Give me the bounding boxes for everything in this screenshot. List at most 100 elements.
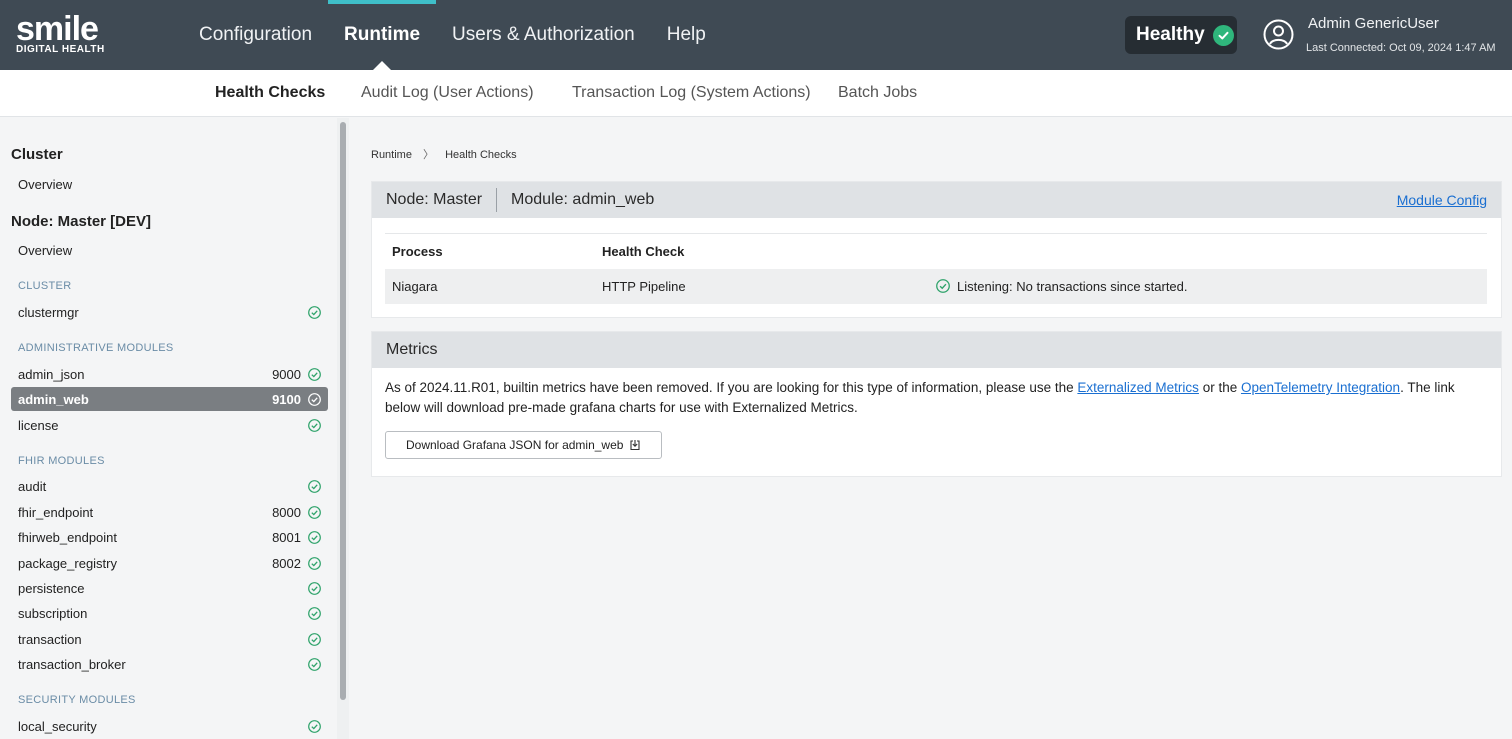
download-grafana-json-button[interactable]: Download Grafana JSON for admin_web (385, 431, 663, 459)
sidebar-item-admin-json[interactable]: admin_json 9000 (11, 362, 328, 386)
sidebar-item-transaction[interactable]: transaction (11, 627, 328, 651)
chevron-right-icon: 〉 (423, 149, 435, 161)
tab-batch-jobs[interactable]: Batch Jobs (838, 84, 917, 102)
section-fhir-modules: FHIR MODULES (18, 455, 105, 467)
breadcrumb-runtime[interactable]: Runtime (371, 149, 412, 161)
opentelemetry-integration-link[interactable]: OpenTelemetry Integration (1241, 380, 1400, 395)
module-name: admin_json (18, 366, 85, 382)
check-circle-icon (1212, 24, 1234, 46)
smile-logo[interactable]: smile DIGITAL HEALTH (16, 10, 116, 56)
module-card-header: Node: Master Module: admin_web Module Co… (372, 182, 1501, 218)
check-circle-icon (308, 719, 321, 733)
nav-users-authorization[interactable]: Users & Authorization (436, 0, 651, 70)
module-port: 9100 (272, 391, 301, 407)
check-circle-icon (308, 392, 321, 406)
section-administrative-modules: ADMINISTRATIVE MODULES (18, 342, 174, 354)
sidebar-item-local-security[interactable]: local_security (11, 714, 328, 738)
metrics-description: As of 2024.11.R01, builtin metrics have … (372, 368, 1501, 459)
check-circle-icon (308, 556, 321, 570)
main-nav: Configuration Runtime Users & Authorizat… (183, 0, 722, 70)
module-name: fhirweb_endpoint (18, 529, 118, 545)
sidebar-item-audit[interactable]: audit (11, 474, 328, 498)
sidebar-item-transaction-broker[interactable]: transaction_broker (11, 652, 328, 676)
node-label: Node: Master (386, 191, 483, 208)
module-health-card: Node: Master Module: admin_web Module Co… (371, 181, 1502, 318)
sidebar-scrollbar-thumb[interactable] (340, 122, 346, 700)
metrics-card-header: Metrics (372, 332, 1501, 368)
module-name: audit (18, 478, 47, 494)
tab-transaction-log[interactable]: Transaction Log (System Actions) (572, 84, 811, 102)
health-status-badge[interactable]: Healthy (1125, 16, 1237, 54)
check-circle-icon (308, 530, 321, 544)
module-config-link[interactable]: Module Config (1397, 192, 1487, 208)
nav-configuration[interactable]: Configuration (183, 0, 328, 70)
download-button-label: Download Grafana JSON for admin_web (406, 438, 624, 452)
externalized-metrics-link[interactable]: Externalized Metrics (1077, 380, 1199, 395)
sidebar-item-fhirweb-endpoint[interactable]: fhirweb_endpoint 8001 (11, 525, 328, 549)
header-divider (496, 188, 498, 212)
sidebar-item-subscription[interactable]: subscription (11, 601, 328, 625)
check-circle-icon (308, 367, 321, 381)
breadcrumb: Runtime 〉 Health Checks (371, 146, 517, 162)
module-name: fhir_endpoint (18, 504, 94, 520)
sidebar-item-package-registry[interactable]: package_registry 8002 (11, 551, 328, 575)
module-port: 8000 (272, 504, 301, 520)
metrics-card: Metrics As of 2024.11.R01, builtin metri… (371, 331, 1502, 477)
node-overview-link[interactable]: Overview (18, 243, 72, 258)
breadcrumb-health-checks: Health Checks (445, 149, 517, 161)
section-security-modules: SECURITY MODULES (18, 694, 136, 706)
check-circle-icon (308, 632, 321, 646)
column-header-process: Process (385, 233, 595, 269)
module-name: license (18, 417, 59, 433)
status-text: Listening: No transactions since started… (957, 278, 1188, 294)
column-header-health-check: Health Check (595, 233, 929, 269)
nav-runtime[interactable]: Runtime (328, 0, 437, 70)
check-circle-icon (308, 479, 321, 493)
cluster-heading: Cluster (11, 146, 63, 163)
module-name: clustermgr (18, 304, 79, 320)
check-circle-icon (936, 279, 950, 293)
check-circle-icon (308, 657, 321, 671)
health-check-cell: HTTP Pipeline (595, 268, 929, 304)
section-cluster: CLUSTER (18, 280, 72, 292)
user-account-icon[interactable] (1263, 19, 1294, 50)
module-port: 9000 (272, 366, 301, 382)
module-name: subscription (18, 605, 88, 621)
logo-subtitle: DIGITAL HEALTH (16, 44, 105, 55)
sidebar-item-license[interactable]: license (11, 413, 328, 437)
health-check-table: Process Health Check Niagara HTTP Pipeli… (385, 233, 1487, 304)
metrics-text-mid: or the (1198, 380, 1241, 395)
module-port: 8002 (272, 555, 301, 571)
module-port: 8001 (272, 529, 301, 545)
process-cell: Niagara (385, 268, 595, 304)
nav-help[interactable]: Help (651, 0, 722, 70)
status-cell: Listening: No transactions since started… (929, 268, 1487, 304)
module-sidebar: Cluster Overview Node: Master [DEV] Over… (0, 118, 337, 739)
column-header-status (929, 233, 1487, 269)
metrics-title: Metrics (386, 341, 438, 358)
module-name: local_security (18, 718, 97, 734)
module-name: admin_web (18, 391, 89, 407)
sidebar-item-persistence[interactable]: persistence (11, 576, 328, 600)
module-name: package_registry (18, 555, 117, 571)
sidebar-item-clustermgr[interactable]: clustermgr (11, 300, 328, 324)
module-name: persistence (18, 580, 85, 596)
check-circle-icon (308, 505, 321, 519)
table-row: Niagara HTTP Pipeline Listening: No tran… (385, 268, 1487, 304)
logo-wordmark: smile (16, 10, 99, 48)
tab-audit-log[interactable]: Audit Log (User Actions) (361, 84, 534, 102)
check-circle-icon (308, 418, 321, 432)
check-circle-icon (308, 606, 321, 620)
module-name: transaction_broker (18, 656, 126, 672)
metrics-text-before: As of 2024.11.R01, builtin metrics have … (385, 380, 1078, 395)
module-name: transaction (18, 631, 82, 647)
sidebar-item-admin-web[interactable]: admin_web 9100 (11, 387, 328, 411)
module-label: Module: admin_web (511, 191, 655, 208)
top-navbar: smile DIGITAL HEALTH Configuration Runti… (0, 0, 1512, 70)
download-icon (630, 440, 641, 451)
cluster-overview-link[interactable]: Overview (18, 177, 72, 192)
user-name[interactable]: Admin GenericUser (1308, 15, 1439, 32)
tab-health-checks[interactable]: Health Checks (215, 84, 325, 102)
last-connected-text: Last Connected: Oct 09, 2024 1:47 AM (1306, 42, 1496, 54)
sidebar-item-fhir-endpoint[interactable]: fhir_endpoint 8000 (11, 500, 328, 524)
